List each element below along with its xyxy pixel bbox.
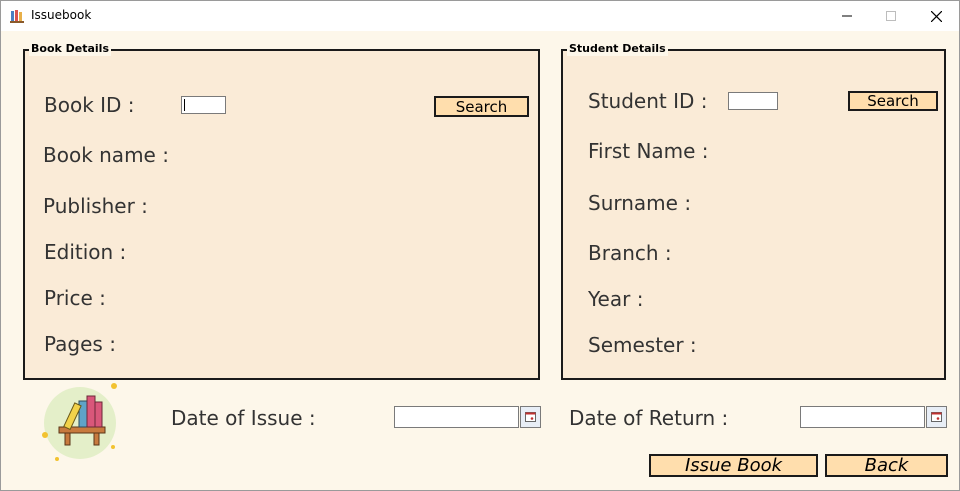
return-calendar-button[interactable] xyxy=(926,406,947,428)
date-of-issue-picker[interactable] xyxy=(394,406,519,428)
calendar-icon xyxy=(931,412,942,422)
edition-label: Edition : xyxy=(44,240,127,264)
book-name-label: Book name : xyxy=(43,143,169,167)
close-icon xyxy=(930,10,942,22)
issue-calendar-button[interactable] xyxy=(520,406,541,428)
branch-label: Branch : xyxy=(588,241,672,265)
book-id-input[interactable] xyxy=(181,96,226,114)
publisher-label: Publisher : xyxy=(43,194,148,218)
student-id-input[interactable] xyxy=(728,92,778,110)
semester-label: Semester : xyxy=(588,333,697,357)
student-id-label: Student ID : xyxy=(588,89,708,113)
book-id-label: Book ID : xyxy=(44,93,135,117)
book-details-panel: Book Details Book ID : Search Book name … xyxy=(23,42,540,380)
student-details-panel: Student Details Student ID : Search Firs… xyxy=(561,42,946,380)
date-of-return-label: Date of Return : xyxy=(569,406,729,430)
minimize-icon xyxy=(842,15,852,17)
date-of-issue-label: Date of Issue : xyxy=(171,406,316,430)
title-bar: Issuebook xyxy=(1,1,959,31)
bookshelf-illustration xyxy=(42,383,117,461)
book-search-button[interactable]: Search xyxy=(434,96,529,117)
minimize-button[interactable] xyxy=(824,1,870,31)
issue-book-button[interactable]: Issue Book xyxy=(649,454,818,477)
calendar-icon xyxy=(525,412,536,422)
books-app-icon xyxy=(10,10,24,23)
close-button[interactable] xyxy=(913,1,959,31)
maximize-button[interactable] xyxy=(868,1,914,31)
back-button[interactable]: Back xyxy=(825,454,948,477)
issuebook-window: Issuebook Book Details Book ID : Search … xyxy=(0,0,960,491)
window-title: Issuebook xyxy=(31,8,92,22)
book-details-legend: Book Details xyxy=(29,42,112,56)
first-name-label: First Name : xyxy=(588,139,709,163)
pages-label: Pages : xyxy=(44,332,116,356)
price-label: Price : xyxy=(44,286,106,310)
maximize-icon xyxy=(886,11,896,21)
surname-label: Surname : xyxy=(588,191,692,215)
student-search-button[interactable]: Search xyxy=(848,91,938,111)
student-details-legend: Student Details xyxy=(567,42,668,56)
date-of-return-picker[interactable] xyxy=(800,406,925,428)
year-label: Year : xyxy=(588,287,644,311)
text-caret xyxy=(184,99,185,111)
